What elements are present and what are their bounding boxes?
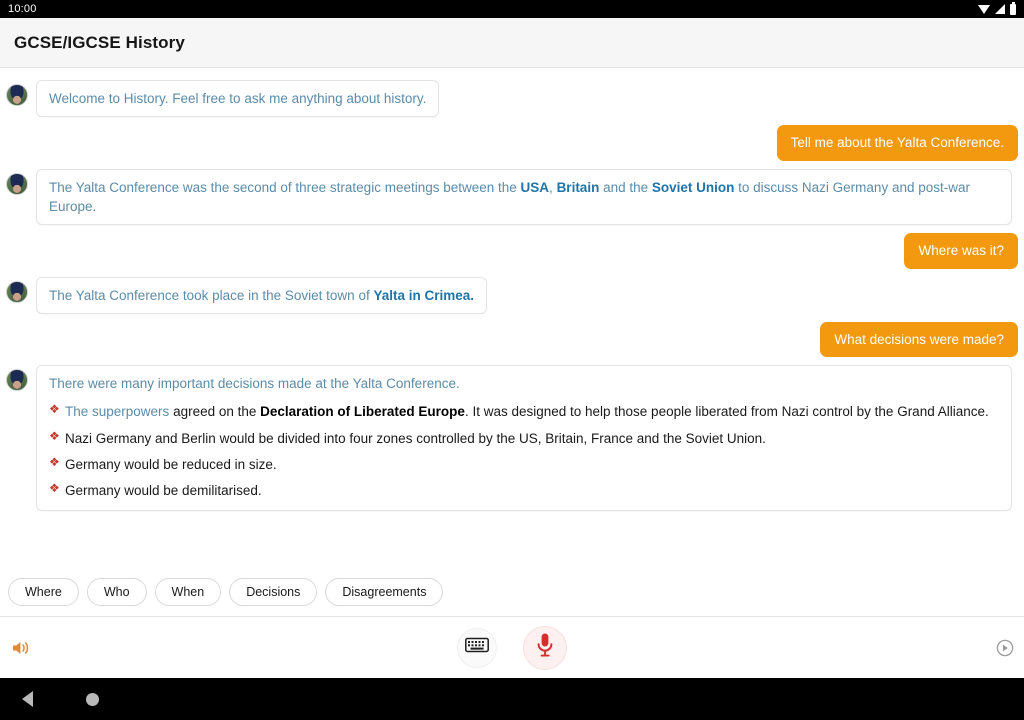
user-message-bubble: What decisions were made? — [820, 321, 1018, 358]
page-title: GCSE/IGCSE History — [14, 32, 185, 52]
message-row-bot: The Yalta Conference took place in the S… — [0, 273, 1024, 318]
bullet-diamond-icon: ❖ — [49, 428, 60, 443]
item-text: Germany would be reduced in size. — [65, 456, 277, 472]
status-bar: 10:00 — [0, 0, 1024, 18]
message-text: , — [549, 179, 557, 195]
avatar — [6, 280, 28, 303]
microphone-button[interactable] — [523, 625, 567, 670]
emphasis-term: Soviet Union — [651, 179, 735, 195]
bot-message-bubble: The Yalta Conference took place in the S… — [36, 276, 487, 314]
decision-list-item: ❖ The superpowers agreed on the Declarati… — [49, 402, 999, 421]
decision-list-item: ❖ Nazi Germany and Berlin would be divide… — [49, 429, 999, 448]
bot-message-bubble: Welcome to History. Feel free to ask me … — [36, 80, 440, 118]
suggestion-chip-decisions[interactable]: Decisions — [229, 578, 318, 606]
message-row-user: Tell me about the Yalta Conference. — [0, 121, 1024, 165]
help-circle-icon[interactable] — [996, 639, 1014, 657]
decisions-intro: There were many important decisions made… — [49, 376, 460, 392]
message-text: The Yalta Conference was the second of t… — [49, 179, 521, 195]
suggestion-chip-where[interactable]: Where — [8, 578, 79, 606]
bullet-diamond-icon: ❖ — [49, 454, 60, 469]
emphasis-term: Yalta in Crimea. — [373, 287, 474, 303]
message-row-bot: Welcome to History. Feel free to ask me … — [0, 76, 1024, 121]
emphasis-term: Britain — [556, 179, 600, 195]
signal-icon — [995, 4, 1005, 14]
bullet-diamond-icon: ❖ — [49, 402, 60, 417]
bot-message-bubble: The Yalta Conference was the second of t… — [36, 168, 1012, 226]
avatar — [6, 172, 28, 195]
message-row-bot-decisions: There were many important decisions made… — [0, 361, 1024, 515]
message-text: and the — [599, 179, 652, 195]
suggestion-chip-who[interactable]: Who — [86, 578, 147, 606]
decision-list-item: ❖ Germany would be demilitarised. — [49, 481, 999, 500]
home-circle-icon[interactable] — [86, 692, 99, 706]
speaker-icon[interactable] — [10, 637, 32, 659]
back-triangle-icon[interactable] — [22, 691, 33, 707]
avatar — [6, 84, 28, 106]
input-control-bar — [0, 616, 1024, 678]
app-header: GCSE/IGCSE History — [0, 18, 1024, 68]
item-text: agreed on the — [169, 404, 261, 420]
message-row-user: Where was it? — [0, 229, 1024, 273]
item-text: Germany would be demilitarised. — [65, 482, 262, 498]
emphasis-term: Declaration of Liberated Europe — [260, 404, 465, 420]
wifi-icon — [978, 4, 990, 14]
highlight-term: The superpowers — [65, 404, 170, 420]
user-message-bubble: Where was it? — [904, 233, 1018, 269]
suggestion-chip-disagreements[interactable]: Disagreements — [325, 578, 444, 606]
avatar — [6, 369, 28, 392]
battery-icon — [1010, 1, 1016, 15]
bullet-diamond-icon: ❖ — [49, 480, 60, 495]
message-row-user: What decisions were made? — [0, 318, 1024, 362]
microphone-icon — [536, 632, 554, 663]
message-row-bot: The Yalta Conference was the second of t… — [0, 165, 1024, 229]
status-clock: 10:00 — [8, 3, 37, 15]
conversation-scroll[interactable]: Welcome to History. Feel free to ask me … — [0, 68, 1024, 570]
emphasis-term: USA — [520, 179, 550, 195]
decisions-list: ❖ The superpowers agreed on the Declarati… — [49, 402, 999, 500]
keyboard-icon — [465, 637, 489, 658]
status-icon-group — [978, 1, 1016, 15]
suggestion-chip-when[interactable]: When — [154, 578, 222, 606]
android-nav-bar — [0, 678, 1024, 720]
message-text: The Yalta Conference took place in the S… — [49, 287, 374, 303]
bot-decisions-card: There were many important decisions made… — [36, 365, 1012, 512]
suggestion-chip-row: Where Who When Decisions Disagreements — [0, 570, 1024, 616]
keyboard-button[interactable] — [457, 627, 497, 668]
app-window: 10:00 GCSE/IGCSE History Welcome to Hist… — [0, 0, 1024, 720]
decision-list-item: ❖ Germany would be reduced in size. — [49, 455, 999, 474]
item-text: . It was designed to help those people l… — [464, 404, 989, 420]
item-text: Nazi Germany and Berlin would be divided… — [65, 430, 766, 446]
user-message-bubble: Tell me about the Yalta Conference. — [776, 125, 1018, 161]
center-input-cluster — [457, 625, 567, 670]
